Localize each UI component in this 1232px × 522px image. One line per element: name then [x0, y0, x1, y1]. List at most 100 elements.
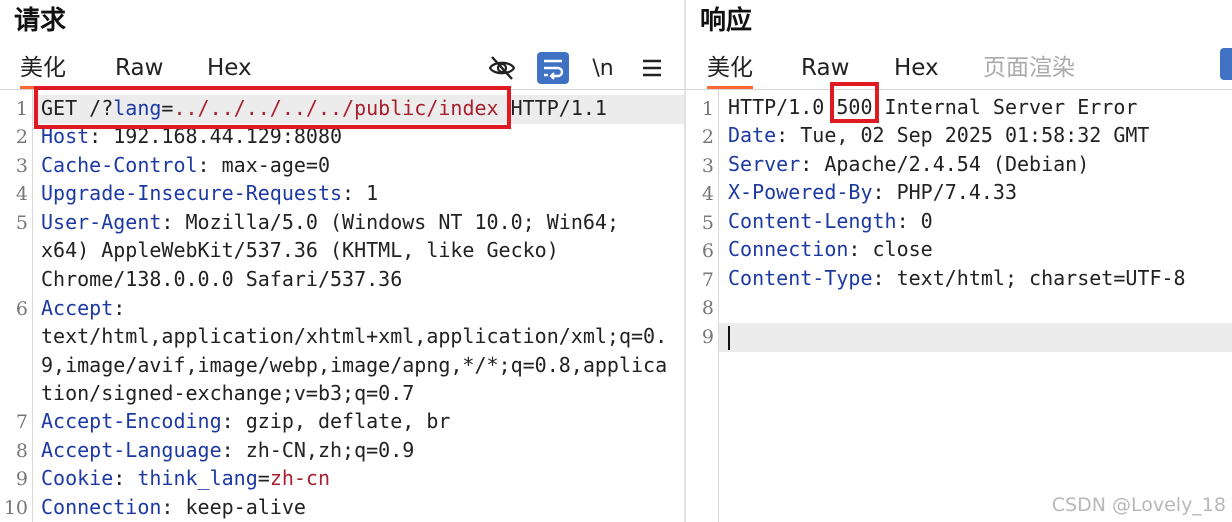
header-sep: : [848, 237, 873, 261]
header-key: X-Powered-By [728, 180, 873, 204]
annotation-box-status-code [830, 82, 879, 123]
header-sep: : [342, 181, 367, 205]
line-number: 5 [15, 212, 28, 234]
header-key: Connection [728, 237, 849, 261]
header-key: Connection [41, 495, 162, 519]
eye-slash-glyph [488, 56, 516, 80]
line-number: 6 [701, 240, 714, 262]
header-key: Accept [41, 296, 114, 320]
wrap-lines-glyph [544, 59, 564, 80]
header-accept-language: Accept-Language: zh-CN,zh;q=0.9 [41, 436, 414, 465]
header-user-agent-cont: Chrome/138.0.0.0 Safari/537.36 [41, 267, 403, 291]
newline-toggle-icon[interactable]: \n [587, 52, 619, 84]
header-key: Accept-Language [41, 438, 222, 462]
annotation-box-request-line [34, 86, 511, 129]
wrap-lines-icon[interactable] [537, 52, 569, 84]
header-value: 1 [366, 181, 379, 205]
line-number: 1 [701, 98, 714, 120]
header-accept-cont: text/html,application/xhtml+xml,applicat… [41, 324, 668, 348]
menu-glyph [643, 59, 661, 77]
status-reason: Internal Server Error [872, 95, 1138, 119]
response-editor[interactable]: 1 2 3 4 5 6 7 8 9 HTTP/1.0 500 Internal … [686, 82, 1232, 522]
header-cache-control: Cache-Control: max-age=0 [41, 151, 330, 180]
line-number: 2 [15, 126, 28, 148]
watermark: CSDN @Lovely_18 [1051, 494, 1226, 516]
header-sep: : [896, 209, 921, 233]
header-upgrade-insecure: Upgrade-Insecure-Requests: 1 [41, 179, 378, 208]
response-tabs: 美化 Raw Hex 页面渲染 [686, 50, 1232, 89]
request-title: 请求 [14, 6, 67, 36]
header-sep: : [221, 409, 246, 433]
line-number: 9 [701, 326, 714, 348]
line-number: 8 [701, 297, 714, 319]
header-key: Date [728, 123, 777, 147]
request-editor[interactable]: 1 2 3 4 5 6 7 8 9 10 GET /?lang=../../..… [0, 86, 684, 522]
header-value: close [872, 237, 933, 261]
header-key: Cache-Control [41, 153, 198, 177]
eye-slash-icon[interactable] [486, 52, 518, 84]
line-number: 1 [15, 98, 28, 120]
header-value: Mozilla/5.0 (Windows NT 10.0; Win64; [185, 210, 619, 234]
header-value: keep-alive [185, 495, 306, 519]
response-pane: 响应 美化 Raw Hex 页面渲染 1 2 3 4 5 6 7 8 9 HTT… [686, 0, 1232, 522]
tab-pretty[interactable]: 美化 [707, 50, 753, 89]
header-server: Server: Apache/2.4.54 (Debian) [728, 150, 1089, 179]
header-sep: : [872, 180, 897, 204]
response-title: 响应 [700, 6, 753, 36]
wrap-lines-icon[interactable] [1220, 48, 1232, 80]
header-sep: : [776, 123, 801, 147]
cookie-eq: = [257, 466, 270, 490]
line-number: 8 [15, 440, 28, 462]
header-key: Cookie [41, 466, 114, 490]
tab-render[interactable]: 页面渲染 [983, 50, 1075, 86]
header-sep: : [221, 438, 246, 462]
menu-icon[interactable] [636, 52, 668, 84]
request-tabs: 美化 Raw Hex \n [0, 50, 684, 89]
header-user-agent-cont: x64) AppleWebKit/537.36 (KHTML, like Gec… [41, 238, 559, 262]
header-key: Upgrade-Insecure-Requests [41, 181, 343, 205]
header-value: text/html; charset=UTF-8 [896, 266, 1186, 290]
tab-raw[interactable]: Raw [801, 50, 849, 86]
header-accept-cont: 9,image/avif,image/webp,image/apng,*/*;q… [41, 353, 668, 377]
tab-hex[interactable]: Hex [894, 50, 939, 86]
line-number: 6 [15, 298, 28, 320]
header-connection: Connection: close [728, 235, 933, 264]
header-value: max-age=0 [221, 153, 331, 177]
http-version: HTTP/1.0 [728, 95, 837, 119]
header-value: 0 [920, 209, 933, 233]
header-sep: : [197, 153, 222, 177]
header-date: Date: Tue, 02 Sep 2025 01:58:32 GMT [728, 121, 1149, 150]
line-number: 4 [15, 183, 28, 205]
header-value: gzip, deflate, br [245, 409, 451, 433]
line-number: 2 [701, 126, 714, 148]
header-sep: : [872, 266, 897, 290]
header-accept-cont: tion/signed-exchange;v=b3;q=0.7 [41, 381, 415, 405]
header-sep: : [800, 152, 825, 176]
header-sep: : [161, 210, 186, 234]
header-content-type: Content-Type: text/html; charset=UTF-8 [728, 264, 1186, 293]
header-value: Apache/2.4.54 (Debian) [824, 152, 1090, 176]
request-pane: 请求 美化 Raw Hex \n 1 2 3 4 5 6 7 8 9 10 GE… [0, 0, 684, 522]
header-accept-encoding: Accept-Encoding: gzip, deflate, br [41, 407, 450, 436]
header-key: Accept-Encoding [41, 409, 222, 433]
line-number: 7 [15, 411, 28, 433]
header-x-powered-by: X-Powered-By: PHP/7.4.33 [728, 178, 1017, 207]
header-cookie: Cookie: think_lang=zh-cn [41, 464, 330, 493]
tab-raw[interactable]: Raw [115, 50, 163, 86]
line-number: 3 [15, 155, 28, 177]
line-number: 7 [701, 269, 714, 291]
line-number: 4 [701, 183, 714, 205]
header-key: Server [728, 152, 801, 176]
header-content-length: Content-Length: 0 [728, 207, 933, 236]
header-key: Content-Type [728, 266, 873, 290]
header-value: Tue, 02 Sep 2025 01:58:32 GMT [800, 123, 1150, 147]
cookie-name: think_lang [137, 466, 258, 490]
header-sep: : [161, 495, 186, 519]
http-version: HTTP/1.1 [498, 96, 607, 120]
tab-pretty[interactable]: 美化 [20, 50, 66, 89]
tab-hex[interactable]: Hex [207, 50, 252, 86]
current-line-highlight [719, 323, 1232, 352]
header-sep: : [113, 296, 126, 320]
header-accept: Accept: [41, 294, 125, 323]
status-line: HTTP/1.0 500 Internal Server Error [728, 93, 1137, 122]
